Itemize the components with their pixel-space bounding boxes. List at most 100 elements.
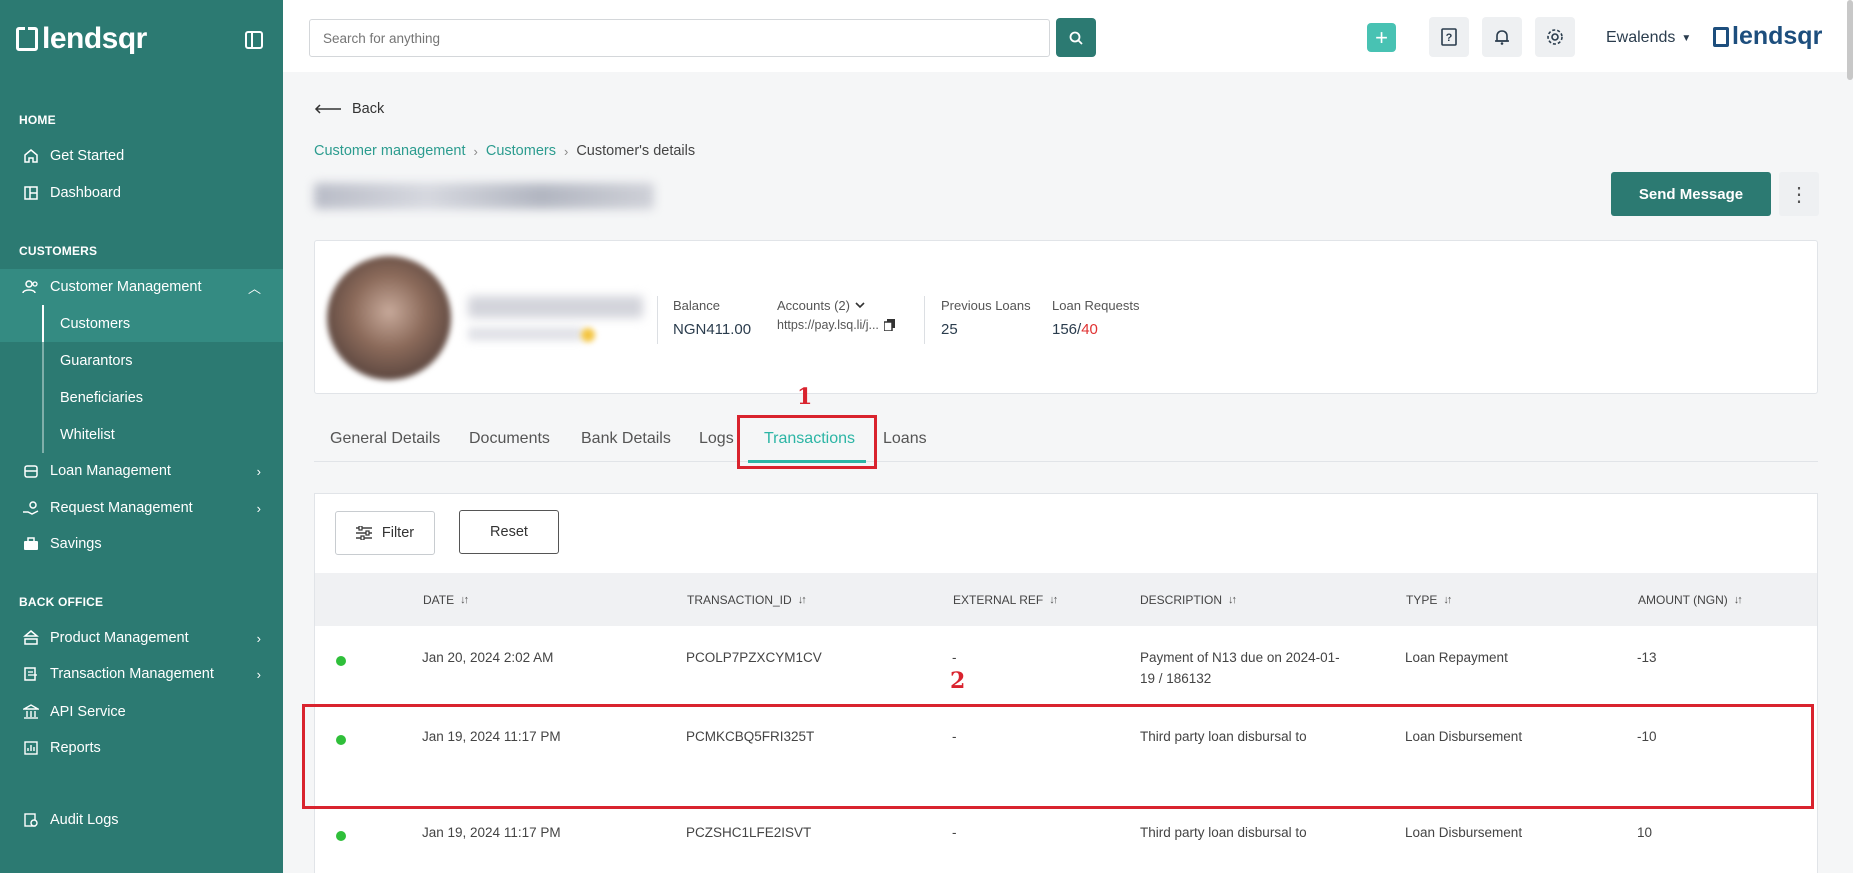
- user-menu[interactable]: Ewalends ▼: [1606, 29, 1691, 47]
- description-line: 19 / 186132: [1140, 671, 1212, 686]
- profile-card: Balance NGN411.00 Accounts (2) https://p…: [314, 240, 1818, 394]
- sidebar-item-transaction-management[interactable]: Transaction Management ›: [0, 657, 283, 691]
- cell-amount: -13: [1637, 650, 1657, 665]
- column-external-ref[interactable]: EXTERNAL REF ↓↑: [953, 593, 1058, 607]
- sort-icon: ↓↑: [797, 594, 807, 606]
- reset-button[interactable]: Reset: [459, 510, 559, 554]
- accounts-dropdown[interactable]: Accounts (2): [777, 298, 865, 313]
- transaction-icon: [22, 665, 40, 683]
- chevron-down-icon: [855, 302, 865, 309]
- customer-name-redacted: [468, 296, 643, 318]
- divider: [657, 296, 658, 344]
- tab-bank-details[interactable]: Bank Details: [581, 430, 671, 448]
- accounts-label: Accounts (2): [777, 298, 850, 313]
- scrollbar[interactable]: [1847, 0, 1853, 80]
- search-button[interactable]: [1056, 18, 1096, 57]
- chevron-right-icon: ›: [563, 143, 569, 159]
- chevron-right-icon: ›: [256, 630, 261, 646]
- lendsqr-logo[interactable]: lendsqr: [16, 22, 147, 56]
- users-icon: [22, 278, 40, 296]
- send-message-button[interactable]: Send Message: [1611, 172, 1771, 216]
- sidebar-item-guarantors[interactable]: Guarantors: [0, 342, 283, 379]
- sidebar-item-whitelist[interactable]: Whitelist: [0, 416, 283, 453]
- sidebar-item-beneficiaries[interactable]: Beneficiaries: [0, 379, 283, 416]
- sidebar-item-product-management[interactable]: Product Management ›: [0, 621, 283, 655]
- filter-button[interactable]: Filter: [335, 511, 435, 555]
- sidebar-item-request-management[interactable]: Request Management ›: [0, 491, 283, 525]
- chevron-right-icon: ›: [256, 500, 261, 516]
- sidebar-item-loan-management[interactable]: Loan Management ›: [0, 454, 283, 488]
- tab-documents[interactable]: Documents: [469, 430, 550, 448]
- tab-general-details[interactable]: General Details: [330, 430, 440, 448]
- notifications-button[interactable]: [1482, 17, 1522, 57]
- breadcrumb-customer-management[interactable]: Customer management: [314, 143, 466, 159]
- more-options-button[interactable]: ⋮: [1779, 172, 1819, 216]
- column-type[interactable]: TYPE ↓↑: [1406, 593, 1452, 607]
- sidebar-item-api-service[interactable]: API Service: [0, 695, 283, 729]
- cell-external-ref: -: [952, 650, 957, 665]
- column-description[interactable]: DESCRIPTION ↓↑: [1140, 593, 1237, 607]
- breadcrumb-customers[interactable]: Customers: [486, 143, 556, 159]
- column-date[interactable]: DATE ↓↑: [423, 593, 469, 607]
- transactions-card: Filter Reset DATE ↓↑ TRANSACTION_ID ↓↑ EXT…: [314, 493, 1818, 873]
- header-label: EXTERNAL REF: [953, 593, 1044, 607]
- cell-description: Payment of N13 due on 2024-01- 19 / 18613…: [1140, 647, 1340, 689]
- plus-icon: +: [1375, 24, 1388, 50]
- back-link[interactable]: Back: [314, 101, 384, 117]
- sidebar-item-label: Reports: [50, 740, 101, 756]
- filter-label: Filter: [381, 525, 415, 541]
- sort-icon: ↓↑: [1049, 594, 1058, 606]
- header-label: AMOUNT (NGN): [1638, 593, 1728, 607]
- divider: [924, 296, 925, 344]
- chevron-up-icon: ︿: [247, 280, 261, 296]
- sidebar-item-dashboard[interactable]: Dashboard: [0, 176, 283, 210]
- sidebar-item-audit-logs[interactable]: Audit Logs: [0, 803, 283, 837]
- customer-id-redacted: [468, 327, 583, 341]
- bell-icon: [1495, 30, 1509, 45]
- header-label: TYPE: [1406, 593, 1438, 607]
- table-row[interactable]: Jan 19, 2024 11:17 PM PCZSHC1LFE2ISVT - …: [315, 805, 1817, 873]
- cell-description: Third party loan disbursal to: [1140, 825, 1307, 840]
- settings-button[interactable]: [1535, 17, 1575, 57]
- accounts-link[interactable]: https://pay.lsq.li/j...: [777, 318, 895, 332]
- chevron-right-icon: ›: [256, 666, 261, 682]
- arrow-left-icon: [314, 104, 341, 114]
- sidebar-item-label: Savings: [50, 536, 102, 552]
- help-button[interactable]: ?: [1429, 17, 1469, 57]
- header-label: DATE: [423, 593, 455, 607]
- collapse-sidebar-icon[interactable]: [245, 31, 263, 49]
- status-dot: [336, 831, 346, 841]
- star-icon: [581, 328, 595, 342]
- cell-amount: 10: [1637, 825, 1653, 840]
- filter-sliders-icon: [355, 526, 372, 540]
- section-home: HOME: [19, 113, 56, 127]
- loan-requests-count: 40: [1081, 321, 1098, 338]
- previous-loans-value: 25: [941, 321, 958, 338]
- annotation-box-1: [737, 415, 877, 469]
- sidebar-item-customer-management[interactable]: Customer Management ︿: [0, 269, 283, 305]
- search-icon: [1069, 31, 1083, 45]
- sidebar-item-reports[interactable]: Reports: [0, 731, 283, 765]
- copy-icon[interactable]: [883, 319, 895, 331]
- sidebar-item-savings[interactable]: Savings: [0, 527, 283, 561]
- sidebar-item-customers[interactable]: Customers: [0, 305, 283, 342]
- add-button[interactable]: +: [1367, 23, 1396, 52]
- home-icon: [22, 147, 40, 165]
- sidebar-item-get-started[interactable]: Get Started: [0, 139, 283, 173]
- column-transaction-id[interactable]: TRANSACTION_ID ↓↑: [687, 593, 807, 607]
- section-customers: CUSTOMERS: [19, 244, 98, 258]
- tab-loans[interactable]: Loans: [883, 430, 927, 448]
- search-input[interactable]: [309, 19, 1050, 57]
- back-label: Back: [352, 101, 385, 117]
- sort-icon: ↓↑: [1228, 594, 1237, 606]
- header-label: TRANSACTION_ID: [687, 593, 792, 607]
- table-row[interactable]: Jan 20, 2024 2:02 AM PCOLP7PZXCYM1CV - P…: [315, 626, 1817, 705]
- tab-logs[interactable]: Logs: [699, 430, 734, 448]
- status-dot: [336, 656, 346, 666]
- sidebar: lendsqr HOME Get Started Dashboard CUSTO…: [0, 0, 283, 873]
- loan-requests-total: 156/: [1052, 321, 1082, 338]
- column-amount[interactable]: AMOUNT (NGN) ↓↑: [1638, 593, 1743, 607]
- audit-icon: [22, 811, 40, 829]
- username: Ewalends: [1606, 29, 1676, 46]
- gear-icon: [1547, 29, 1563, 45]
